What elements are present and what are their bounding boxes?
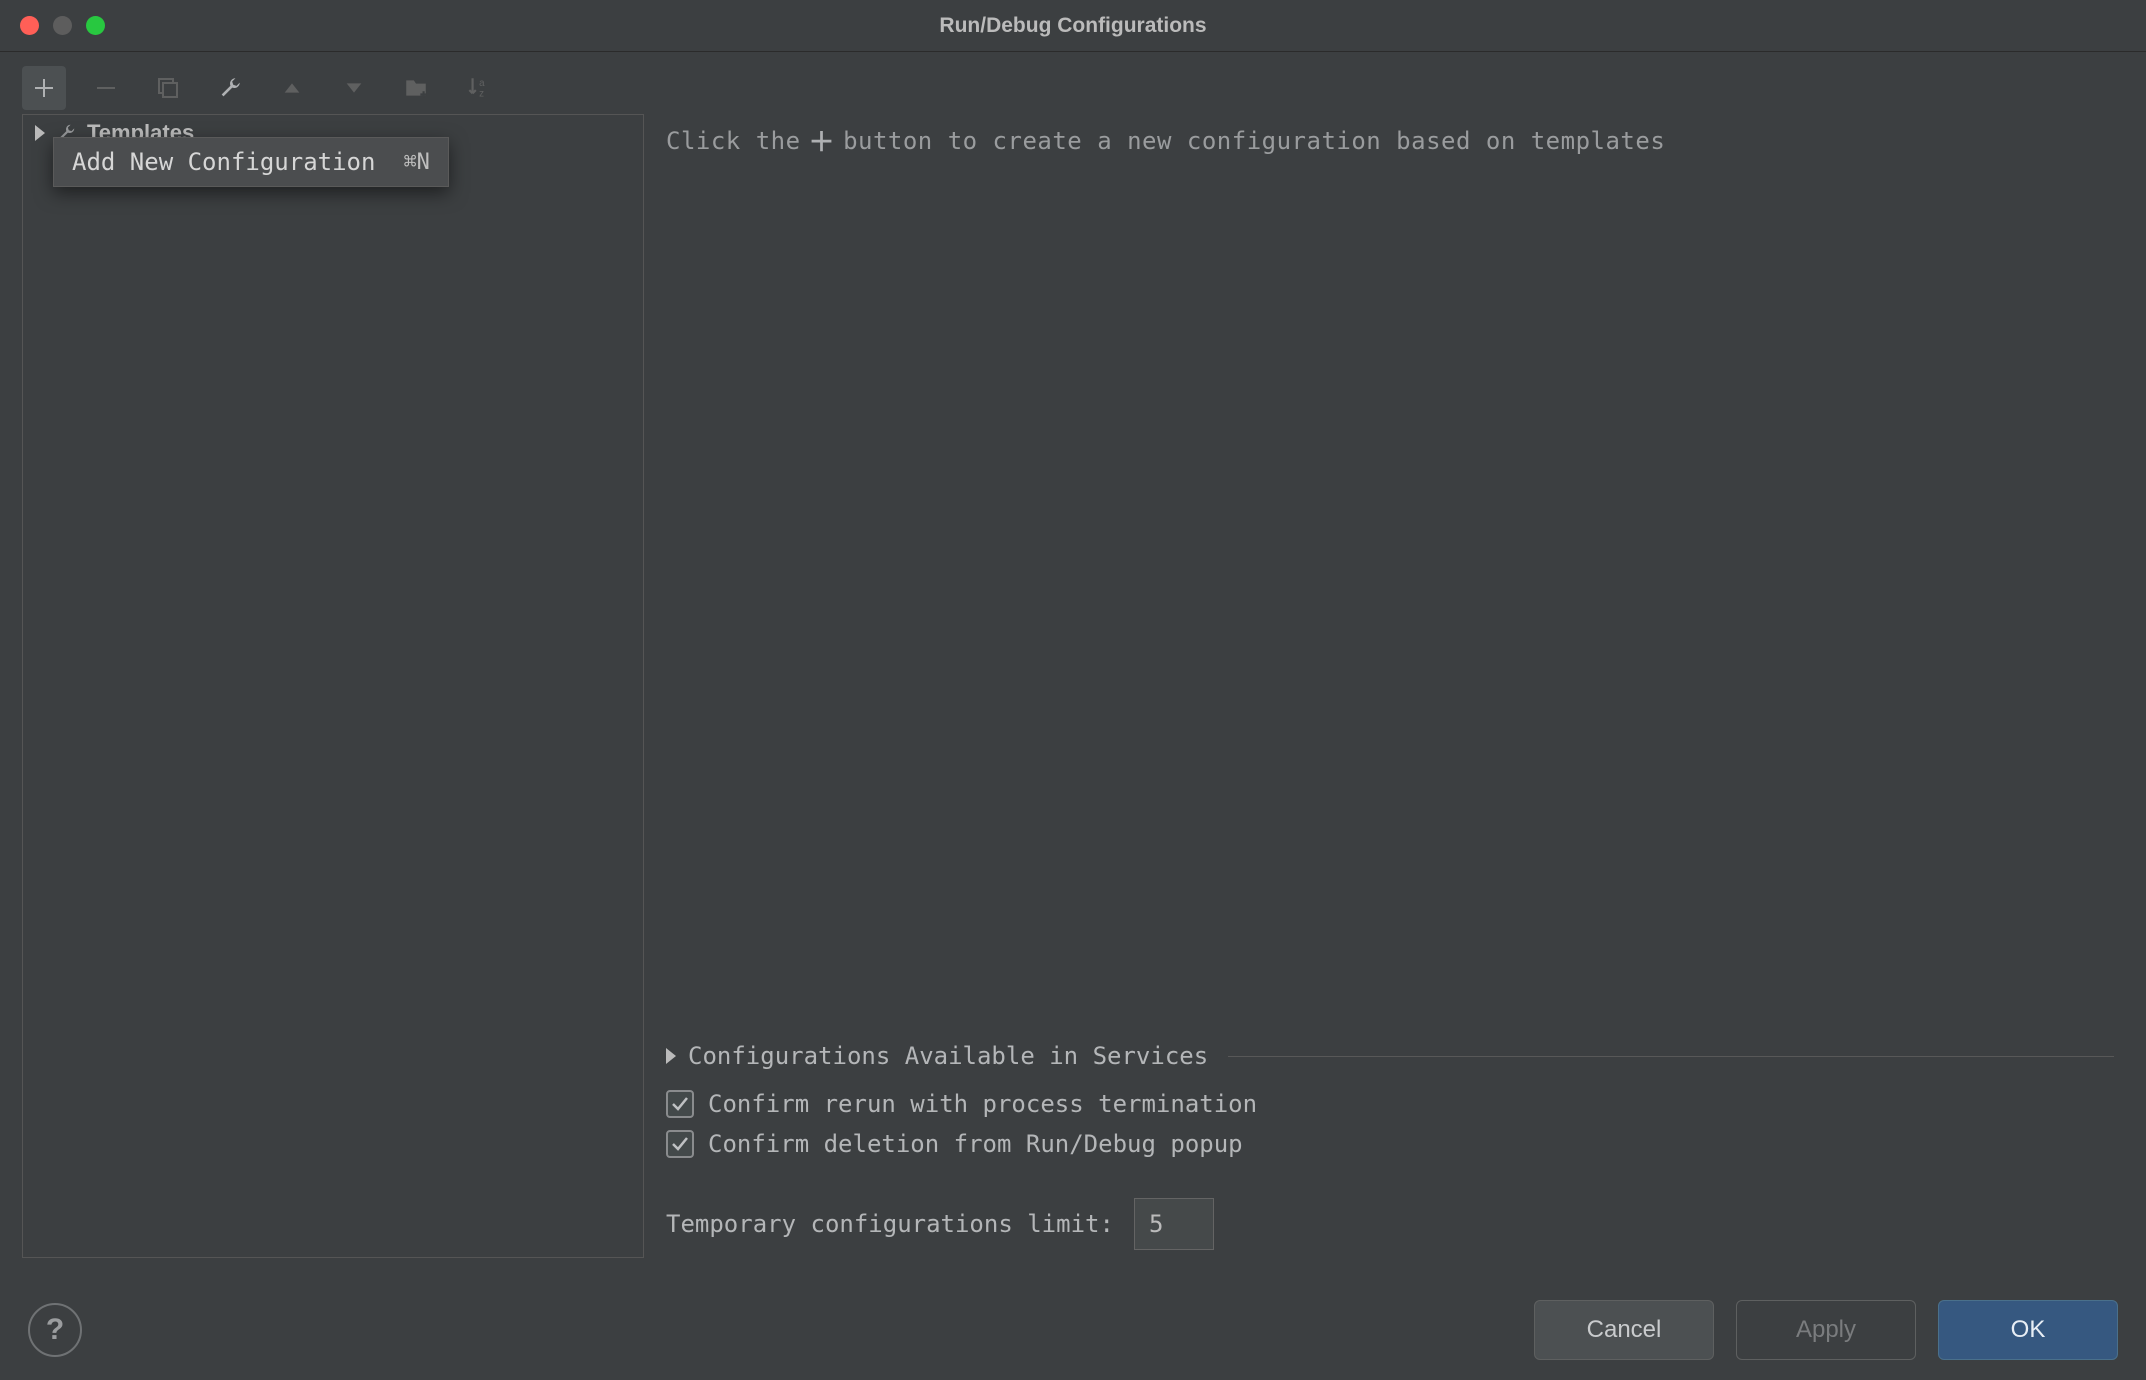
svg-text:a: a xyxy=(479,78,485,89)
traffic-lights xyxy=(0,16,105,35)
tooltip-text: Add New Configuration xyxy=(72,148,375,176)
svg-text:z: z xyxy=(479,89,484,100)
check-icon xyxy=(670,1094,690,1114)
titlebar: Run/Debug Configurations xyxy=(0,0,2146,52)
copy-icon xyxy=(156,76,180,100)
window-maximize-button[interactable] xyxy=(86,16,105,35)
sidebar: Templates Add New Configuration ⌘N xyxy=(22,114,644,1258)
limit-label: Temporary configurations limit: xyxy=(666,1210,1114,1238)
confirm-rerun-checkbox[interactable] xyxy=(666,1090,694,1118)
copy-button[interactable] xyxy=(146,66,190,110)
tooltip-shortcut: ⌘N xyxy=(403,150,430,175)
check-icon xyxy=(670,1134,690,1154)
toolbar: az xyxy=(0,52,2146,114)
minus-icon xyxy=(94,76,118,100)
footer: ? Cancel Apply OK xyxy=(0,1280,2146,1380)
help-button[interactable]: ? xyxy=(28,1303,82,1357)
apply-button[interactable]: Apply xyxy=(1736,1300,1916,1360)
limit-input[interactable] xyxy=(1134,1198,1214,1250)
wrench-icon xyxy=(217,75,243,101)
add-tooltip: Add New Configuration ⌘N xyxy=(53,137,449,187)
cancel-button[interactable]: Cancel xyxy=(1534,1300,1714,1360)
move-down-button[interactable] xyxy=(332,66,376,110)
window-close-button[interactable] xyxy=(20,16,39,35)
collapsed-arrow-icon xyxy=(35,125,45,141)
triangle-down-icon xyxy=(343,77,365,99)
footer-buttons: Cancel Apply OK xyxy=(1534,1300,2118,1360)
edit-templates-button[interactable] xyxy=(208,66,252,110)
hint-suffix: button to create a new configuration bas… xyxy=(843,127,1665,155)
limit-row: Temporary configurations limit: xyxy=(666,1198,2114,1250)
folder-plus-icon xyxy=(403,75,429,101)
hint-prefix: Click the xyxy=(666,127,801,155)
triangle-up-icon xyxy=(281,77,303,99)
confirm-rerun-label: Confirm rerun with process termination xyxy=(708,1090,1257,1118)
content-area: Templates Add New Configuration ⌘N Click… xyxy=(0,114,2146,1280)
help-icon: ? xyxy=(46,1313,64,1347)
window-minimize-button[interactable] xyxy=(53,16,72,35)
plus-icon xyxy=(32,76,56,100)
confirm-delete-label: Confirm deletion from Run/Debug popup xyxy=(708,1130,1243,1158)
hint-text: Click the ＋ button to create a new confi… xyxy=(666,122,2114,159)
sort-button[interactable]: az xyxy=(456,66,500,110)
sort-az-icon: az xyxy=(465,75,491,101)
configurations-in-services-section[interactable]: Configurations Available in Services xyxy=(666,1042,2114,1070)
main-panel: Click the ＋ button to create a new confi… xyxy=(656,114,2124,1258)
folder-button[interactable] xyxy=(394,66,438,110)
move-up-button[interactable] xyxy=(270,66,314,110)
add-button[interactable] xyxy=(22,66,66,110)
confirm-delete-row: Confirm deletion from Run/Debug popup xyxy=(666,1130,2114,1158)
collapsed-arrow-icon xyxy=(666,1048,676,1064)
ok-button[interactable]: OK xyxy=(1938,1300,2118,1360)
remove-button[interactable] xyxy=(84,66,128,110)
window-title: Run/Debug Configurations xyxy=(939,14,1206,38)
confirm-delete-checkbox[interactable] xyxy=(666,1130,694,1158)
confirm-rerun-row: Confirm rerun with process termination xyxy=(666,1090,2114,1118)
section-label: Configurations Available in Services xyxy=(688,1042,1208,1070)
plus-icon: ＋ xyxy=(809,122,836,159)
divider xyxy=(1228,1056,2114,1057)
